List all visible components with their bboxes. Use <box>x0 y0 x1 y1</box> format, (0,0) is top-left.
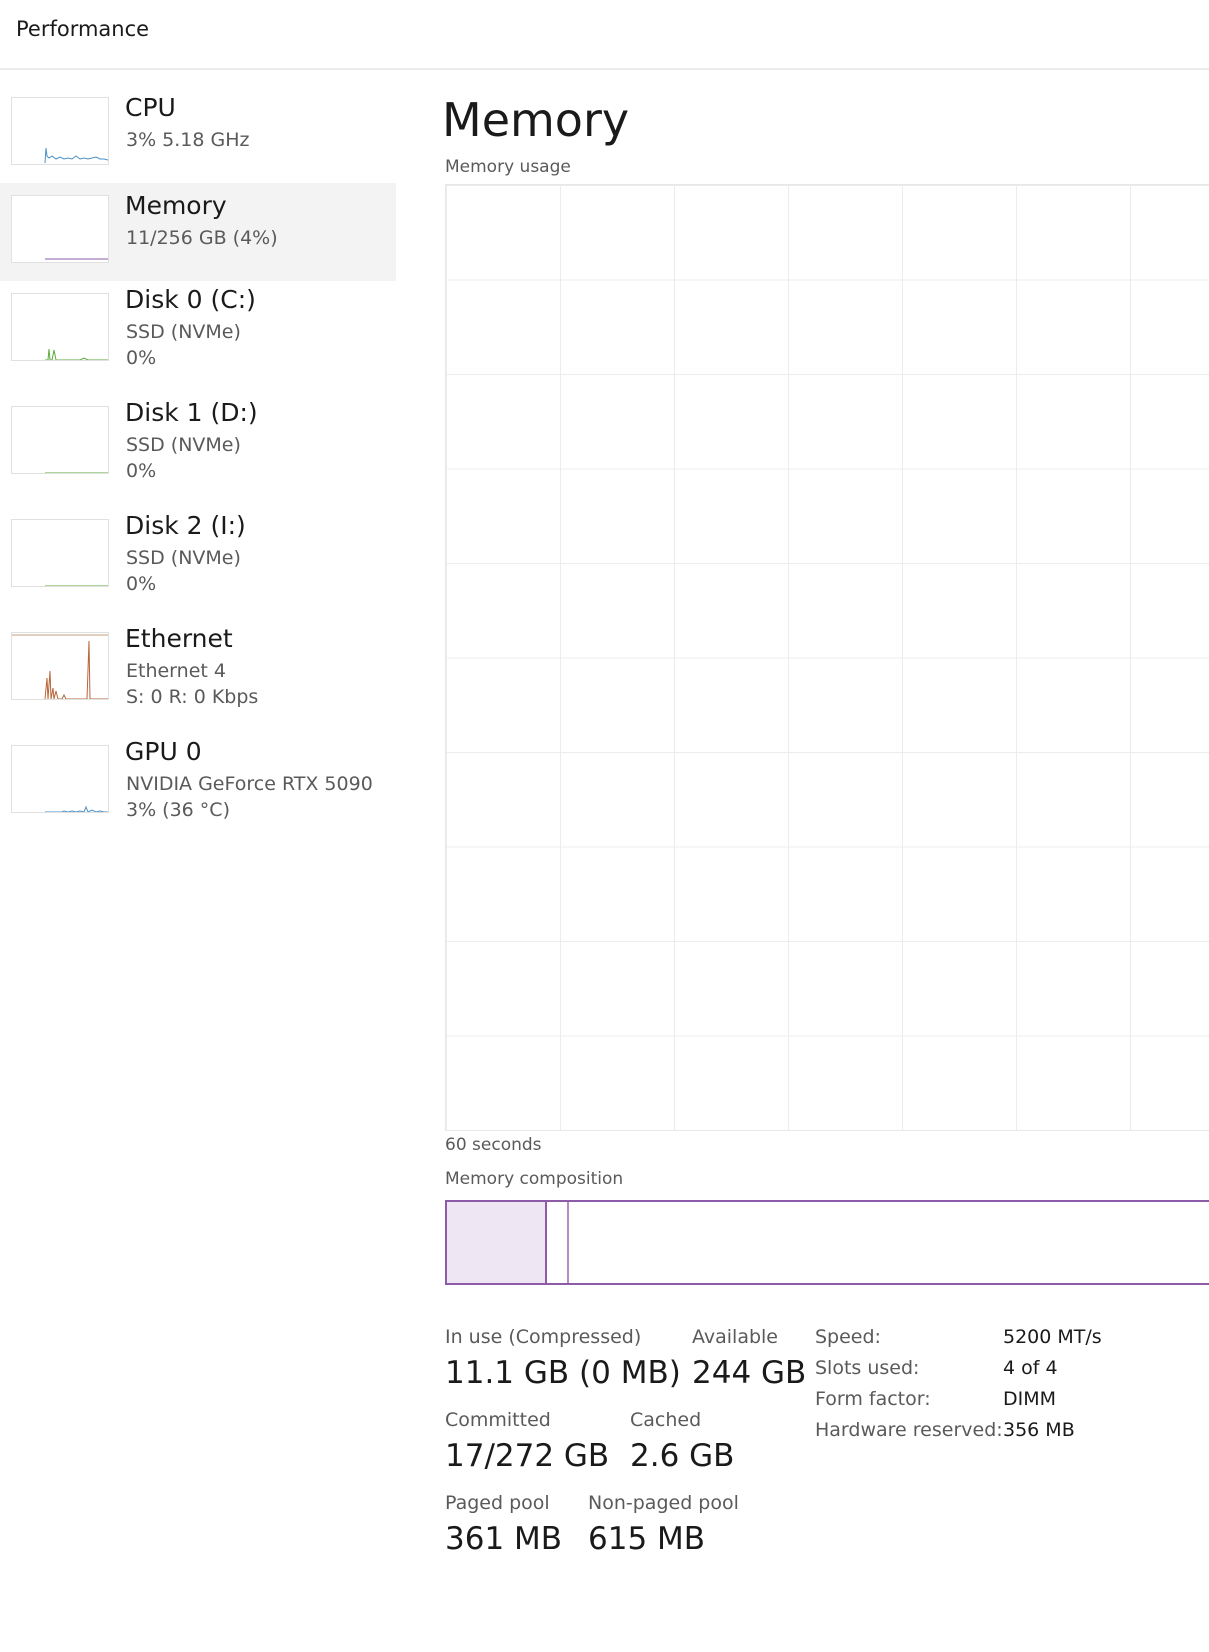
sidebar-item-label: Disk 1 (D:) <box>125 398 258 427</box>
sidebar-item-memory[interactable]: Memory 11/256 GB (4%) <box>0 183 396 281</box>
available-label: Available <box>692 1326 779 1348</box>
form-factor-label: Form factor: <box>815 1388 931 1410</box>
sidebar-item-usage: 3% (36 °C) <box>126 799 230 821</box>
in-use-label: In use (Compressed) <box>445 1326 642 1348</box>
sidebar-item-detail: SSD (NVMe) <box>126 434 241 456</box>
ethernet-thumbnail-graph <box>11 632 109 700</box>
in-use-value: 11.1 GB (0 MB) <box>445 1355 681 1391</box>
cached-label: Cached <box>630 1409 702 1431</box>
composition-modified-segment <box>567 1202 569 1283</box>
sidebar-item-label: GPU 0 <box>125 737 202 766</box>
composition-in-use-segment <box>447 1202 547 1283</box>
paged-pool-label: Paged pool <box>445 1492 550 1514</box>
sidebar-item-throughput: S: 0 R: 0 Kbps <box>126 686 259 708</box>
memory-thumbnail-graph <box>11 195 109 263</box>
disk-2-thumbnail-graph <box>11 519 109 587</box>
sidebar-item-label: CPU <box>125 93 176 122</box>
available-value: 244 GB <box>692 1355 807 1391</box>
disk-0-thumbnail-graph <box>11 293 109 361</box>
sidebar-item-disk-2[interactable]: Disk 2 (I:) SSD (NVMe) 0% <box>0 507 396 620</box>
speed-value: 5200 MT/s <box>1003 1326 1102 1348</box>
memory-usage-label: Memory usage <box>445 157 571 177</box>
form-factor-value: DIMM <box>1003 1388 1057 1410</box>
cached-value: 2.6 GB <box>630 1438 735 1474</box>
sidebar-item-detail: SSD (NVMe) <box>126 321 241 343</box>
sidebar-item-usage: 0% <box>126 347 157 369</box>
sidebar-item-detail: 11/256 GB (4%) <box>126 227 278 249</box>
slots-used-label: Slots used: <box>815 1357 920 1379</box>
hardware-reserved-label: Hardware reserved: <box>815 1419 1003 1441</box>
sidebar-item-usage: 0% <box>126 460 157 482</box>
sidebar-item-label: Memory <box>125 191 227 220</box>
gpu-0-thumbnail-graph <box>11 745 109 813</box>
sidebar-item-disk-1[interactable]: Disk 1 (D:) SSD (NVMe) 0% <box>0 394 396 507</box>
memory-composition-label: Memory composition <box>445 1169 624 1189</box>
paged-pool-value: 361 MB <box>445 1521 563 1557</box>
sidebar-item-usage: 0% <box>126 573 157 595</box>
sidebar-item-cpu[interactable]: CPU 3% 5.18 GHz <box>0 85 396 183</box>
page-title: Performance <box>16 17 150 41</box>
sidebar-item-detail: 3% 5.18 GHz <box>126 129 250 151</box>
memory-composition-bar <box>445 1200 1209 1285</box>
committed-label: Committed <box>445 1409 551 1431</box>
header: Performance <box>0 0 1209 70</box>
speed-label: Speed: <box>815 1326 881 1348</box>
hardware-reserved-value: 356 MB <box>1003 1419 1075 1441</box>
disk-1-thumbnail-graph <box>11 406 109 474</box>
detail-title: Memory <box>442 93 630 147</box>
sidebar-item-label: Disk 2 (I:) <box>125 511 246 540</box>
committed-value: 17/272 GB <box>445 1438 610 1474</box>
non-paged-pool-value: 615 MB <box>588 1521 706 1557</box>
sidebar: CPU 3% 5.18 GHz Memory 11/256 GB (4%) Di… <box>0 85 396 846</box>
sidebar-item-disk-0[interactable]: Disk 0 (C:) SSD (NVMe) 0% <box>0 281 396 394</box>
cpu-thumbnail-graph <box>11 97 109 165</box>
sidebar-item-gpu-0[interactable]: GPU 0 NVIDIA GeForce RTX 5090 3% (36 °C) <box>0 733 396 846</box>
sidebar-item-detail: SSD (NVMe) <box>126 547 241 569</box>
non-paged-pool-label: Non-paged pool <box>588 1492 739 1514</box>
sidebar-item-label: Disk 0 (C:) <box>125 285 256 314</box>
sidebar-item-label: Ethernet <box>125 624 233 653</box>
sidebar-item-ethernet[interactable]: Ethernet Ethernet 4 S: 0 R: 0 Kbps <box>0 620 396 733</box>
sidebar-item-detail: Ethernet 4 <box>126 660 226 682</box>
time-axis-label: 60 seconds <box>445 1135 542 1155</box>
memory-usage-graph <box>445 184 1209 1131</box>
slots-used-value: 4 of 4 <box>1003 1357 1058 1379</box>
sidebar-item-detail: NVIDIA GeForce RTX 5090 <box>126 773 373 795</box>
